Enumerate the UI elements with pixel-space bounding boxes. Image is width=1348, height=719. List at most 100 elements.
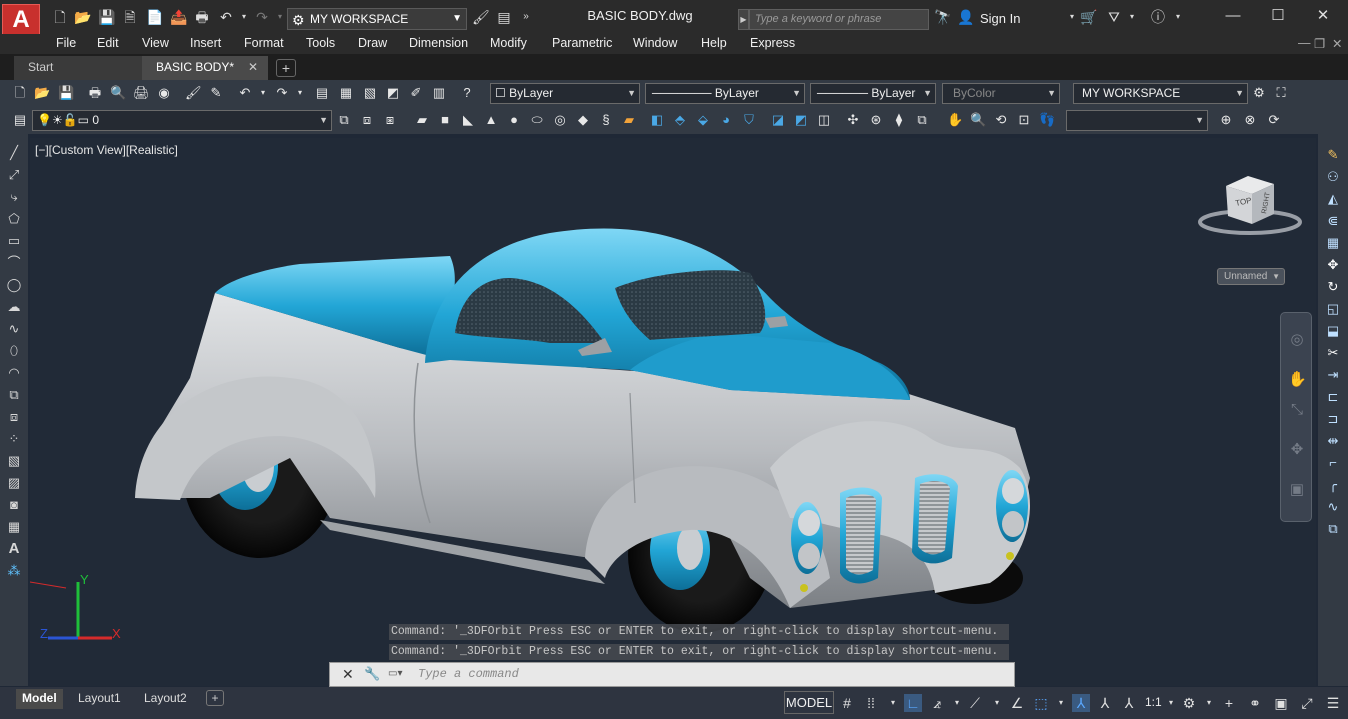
open-icon[interactable]: 📂 — [74, 9, 91, 25]
table-icon[interactable]: ▦ — [5, 518, 23, 536]
plot-style-dropdown[interactable]: ByColor ▼ — [942, 83, 1060, 104]
new-tab-button[interactable]: + — [276, 59, 296, 77]
save-icon[interactable]: 💾 — [58, 85, 74, 101]
polar-tracking-icon[interactable]: ⦨ — [928, 694, 946, 712]
clean-screen-icon[interactable]: ⤢ — [1298, 694, 1316, 712]
planar-surface-icon[interactable]: ▰ — [621, 112, 637, 128]
revolve-icon[interactable]: ◕ — [718, 112, 734, 128]
a360-icon[interactable]: ⛛ — [1106, 9, 1122, 25]
hardware-acceleration-icon[interactable]: ▣ — [1272, 694, 1290, 712]
construction-line-icon[interactable]: ⤢ — [5, 166, 23, 184]
box-icon[interactable]: ■ — [437, 112, 453, 128]
polyline-icon[interactable]: ⤷ — [5, 188, 23, 206]
plot-icon[interactable]: 🖶 — [194, 9, 210, 25]
stretch-icon[interactable]: ⬓ — [1324, 322, 1342, 340]
move-icon[interactable]: ✥ — [1324, 256, 1342, 274]
copy-icon[interactable]: ⚇ — [1324, 168, 1342, 186]
break-at-point-icon[interactable]: ⊏ — [1324, 388, 1342, 406]
layer-properties-icon[interactable]: ▤ — [496, 9, 512, 25]
new-icon[interactable]: 🗋 — [12, 85, 28, 101]
trim-icon[interactable]: ✂ — [1324, 344, 1342, 362]
object-snap-tracking-icon[interactable]: ∠ — [1008, 694, 1026, 712]
ortho-icon[interactable]: ∟ — [904, 694, 922, 712]
tab-model[interactable]: Model — [16, 689, 63, 709]
fillet-icon[interactable]: ╭ — [1324, 476, 1342, 494]
spline-icon[interactable]: ∿ — [5, 320, 23, 338]
offset-icon[interactable]: ⋐ — [1324, 212, 1342, 230]
wedge-icon[interactable]: ◣ — [460, 112, 476, 128]
blend-curves-icon[interactable]: ∿ — [1324, 498, 1342, 516]
chevron-down-icon[interactable]: ▾ — [948, 694, 966, 712]
auto-scale-icon[interactable]: ⅄ — [1096, 694, 1114, 712]
showmotion-icon[interactable]: ▣ — [1288, 481, 1306, 499]
chevron-down-icon[interactable]: ▾ — [1052, 694, 1070, 712]
redo-icon[interactable]: ↷ — [274, 85, 290, 101]
cart-icon[interactable]: 🛒 — [1080, 9, 1097, 25]
help-icon[interactable]: ? — [459, 85, 475, 101]
layer-dropdown[interactable]: 💡☀🔓▭ 0 ▼ — [32, 110, 332, 131]
snap-icon[interactable]: ⁞⁞ — [862, 694, 880, 712]
rotate-icon[interactable]: ↻ — [1324, 278, 1342, 296]
recent-commands-icon[interactable]: ▭▾ — [388, 668, 402, 679]
gear-icon[interactable]: ⚙ — [1180, 694, 1198, 712]
pyramid-icon[interactable]: ◆ — [575, 112, 591, 128]
erase-icon[interactable]: ✎ — [1324, 146, 1342, 164]
block-editor-icon[interactable]: ✎ — [208, 85, 224, 101]
multiline-text-icon[interactable]: A — [5, 540, 23, 558]
zoom-extents-icon[interactable]: ⤡ — [1288, 401, 1306, 419]
tab-layout1[interactable]: Layout1 — [72, 689, 127, 709]
steering-wheel-icon[interactable]: ◎ — [1288, 331, 1306, 349]
view-dropdown[interactable]: ▼ — [1066, 110, 1208, 131]
plot-icon[interactable]: 🖶 — [87, 85, 103, 101]
make-block-icon[interactable]: ⧈ — [5, 408, 23, 426]
plot-preview-icon[interactable]: 🔍 — [110, 85, 126, 101]
make-current-icon[interactable]: ⧉ — [336, 112, 352, 128]
doc-close-icon[interactable]: ✕ — [1332, 36, 1342, 51]
tab-basic-body[interactable]: BASIC BODY* ✕ — [142, 56, 268, 80]
close-icon[interactable]: ✕ — [342, 666, 354, 683]
color-dropdown[interactable]: ☐ ByLayer ▼ — [490, 83, 640, 104]
save-icon[interactable]: 💾 — [98, 9, 115, 25]
scale-icon[interactable]: ◱ — [1324, 300, 1342, 318]
chevron-down-icon[interactable]: ▾ — [255, 85, 271, 101]
explode-icon[interactable]: ⧉ — [1324, 520, 1342, 538]
undo-dropdown-icon[interactable]: ▾ — [236, 9, 252, 25]
markup-icon[interactable]: ✐ — [408, 85, 424, 101]
design-center-icon[interactable]: ▦ — [338, 85, 354, 101]
match-properties-icon[interactable]: 🖌 — [185, 85, 202, 101]
help-icon[interactable]: ⓘ — [1150, 9, 1166, 25]
redo-dropdown-icon[interactable]: ▾ — [272, 9, 288, 25]
doc-minimize-icon[interactable]: — — [1298, 36, 1311, 50]
menu-help[interactable]: Help — [701, 36, 727, 50]
customize-qat-icon[interactable]: » — [518, 9, 534, 25]
chevron-down-icon[interactable]: ▾ — [1162, 694, 1180, 712]
lineweight-dropdown[interactable]: ────── ByLayer ▼ — [810, 83, 936, 104]
doc-restore-icon[interactable]: ❐ — [1314, 36, 1325, 51]
menu-draw[interactable]: Draw — [358, 36, 387, 50]
join-icon[interactable]: ⇹ — [1324, 432, 1342, 450]
array-icon[interactable]: ▦ — [1324, 234, 1342, 252]
pan-icon[interactable]: ✋ — [947, 112, 963, 128]
menu-file[interactable]: File — [56, 36, 76, 50]
layer-previous-icon[interactable]: ⧈ — [359, 112, 375, 128]
break-icon[interactable]: ⊐ — [1324, 410, 1342, 428]
point-icon[interactable]: ⁘ — [5, 430, 23, 448]
region-icon[interactable]: ◙ — [5, 496, 23, 514]
rectangle-icon[interactable]: ▭ — [5, 232, 23, 250]
cone-icon[interactable]: ▲ — [483, 112, 499, 128]
presspull-icon[interactable]: ⬘ — [672, 112, 688, 128]
pan-icon[interactable]: ✋ — [1288, 371, 1307, 389]
drawing-viewport[interactable] — [30, 138, 1316, 686]
layer-states-icon[interactable]: ⧆ — [382, 112, 398, 128]
publish-icon[interactable]: 🖨 — [133, 85, 150, 101]
free-orbit-icon[interactable]: ⊕ — [1218, 112, 1234, 128]
command-input[interactable]: Type a command — [418, 667, 519, 681]
model-space-toggle[interactable]: MODEL — [784, 691, 834, 714]
chevron-down-icon[interactable]: ▾ — [1200, 694, 1218, 712]
menu-modify[interactable]: Modify — [490, 36, 527, 50]
menu-dimension[interactable]: Dimension — [409, 36, 468, 50]
menu-window[interactable]: Window — [633, 36, 677, 50]
circle-icon[interactable]: ◯ — [5, 276, 23, 294]
gradient-icon[interactable]: ▨ — [5, 474, 23, 492]
sheet-set-icon[interactable]: ◩ — [385, 85, 401, 101]
